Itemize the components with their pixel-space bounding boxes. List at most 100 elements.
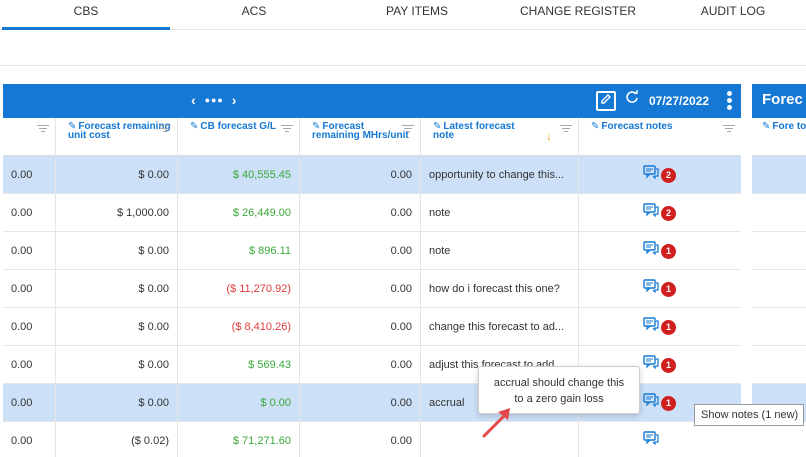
notes-cell[interactable]: 1 bbox=[579, 232, 741, 270]
table-cell[interactable]: $ 0.00 bbox=[56, 384, 178, 422]
table-cell[interactable]: change this forecast to ad... bbox=[421, 308, 579, 346]
table-row[interactable]: 0.00 ($ 0.02) $ 71,271.60 0.00 bbox=[3, 422, 741, 457]
column-header-remaining-unit-cost[interactable]: ✎ Forecast remaining unit cost bbox=[56, 118, 178, 156]
table-cell[interactable]: 0.00 bbox=[3, 346, 56, 384]
tab-pay-items[interactable]: PAY ITEMS bbox=[338, 0, 496, 30]
table-cell[interactable]: $ 0.00 bbox=[56, 232, 178, 270]
table-cell[interactable]: $ 0.00 bbox=[56, 270, 178, 308]
table-row[interactable]: 0.00 $ 0.00 ($ 8,410.26) 0.00 change this fo… bbox=[3, 308, 741, 346]
table-cell[interactable]: ($ 8,410.26) bbox=[178, 308, 300, 346]
table-row[interactable]: 0.00 $ 0.00 $ 40,555.45 0.00 opportunity to … bbox=[3, 156, 741, 194]
forecast-panel-row[interactable] bbox=[752, 194, 806, 232]
chevron-left-icon[interactable]: ‹ bbox=[191, 92, 197, 108]
table-cell[interactable]: $ 71,271.60 bbox=[178, 422, 300, 457]
sort-desc-icon[interactable]: ↓ bbox=[546, 129, 552, 143]
column-header-forecast-notes[interactable]: ✎ Forecast notes bbox=[579, 118, 741, 156]
comment-icon[interactable] bbox=[643, 355, 659, 369]
forecast-panel-row[interactable] bbox=[752, 232, 806, 270]
table-row[interactable]: 0.00 $ 0.00 ($ 11,270.92) 0.00 how do i fore… bbox=[3, 270, 741, 308]
forecast-panel: Forec ✎Fore total cos bbox=[752, 84, 806, 457]
comment-icon[interactable] bbox=[643, 203, 659, 217]
forecast-panel-row[interactable] bbox=[752, 308, 806, 346]
filter-icon[interactable] bbox=[159, 123, 171, 134]
table-cell[interactable]: how do i forecast this one? bbox=[421, 270, 579, 308]
as-of-date[interactable]: 07/27/2022 bbox=[649, 94, 709, 108]
forecast-panel-row[interactable] bbox=[752, 156, 806, 194]
table-cell[interactable]: 0.00 bbox=[3, 422, 56, 457]
table-cell[interactable]: $ 0.00 bbox=[56, 346, 178, 384]
filter-icon[interactable] bbox=[281, 123, 293, 134]
more-vertical-icon[interactable] bbox=[727, 91, 733, 112]
table-cell[interactable]: $ 0.00 bbox=[56, 156, 178, 194]
table-cell[interactable]: 0.00 bbox=[300, 308, 421, 346]
filter-icon[interactable] bbox=[402, 123, 414, 134]
column-header-blank[interactable] bbox=[3, 118, 56, 156]
table-cell[interactable]: $ 26,449.00 bbox=[178, 194, 300, 232]
tab-audit-log[interactable]: AUDIT LOG bbox=[660, 0, 806, 30]
column-title: ✎Fore total cos bbox=[762, 122, 806, 132]
table-cell[interactable]: $ 569.43 bbox=[178, 346, 300, 384]
table-cell[interactable]: 0.00 bbox=[300, 232, 421, 270]
table-cell[interactable]: 0.00 bbox=[3, 270, 56, 308]
table-cell[interactable]: $ 1,000.00 bbox=[56, 194, 178, 232]
filter-icon[interactable] bbox=[37, 123, 49, 134]
forecast-panel-row[interactable] bbox=[752, 422, 806, 457]
table-cell[interactable]: opportunity to change this... bbox=[421, 156, 579, 194]
notes-cell[interactable]: 1 bbox=[579, 270, 741, 308]
notes-cell[interactable] bbox=[579, 422, 741, 457]
column-header-forecast-total-cost[interactable]: ✎Fore total cos bbox=[752, 118, 806, 156]
edit-icon[interactable] bbox=[596, 91, 616, 111]
notes-count-badge: 1 bbox=[661, 244, 676, 259]
table-cell[interactable]: note bbox=[421, 194, 579, 232]
column-title: ✎ CB forecast G/L bbox=[184, 121, 293, 132]
forecast-panel-row[interactable] bbox=[752, 346, 806, 384]
table-row[interactable]: 0.00 $ 1,000.00 $ 26,449.00 0.00 note 2 bbox=[3, 194, 741, 232]
tab-change-register[interactable]: CHANGE REGISTER bbox=[496, 0, 660, 30]
pager-dots-icon[interactable]: ●●● bbox=[205, 95, 224, 105]
chevron-right-icon[interactable]: › bbox=[232, 92, 238, 108]
column-header-cb-forecast-gl[interactable]: ✎ CB forecast G/L bbox=[178, 118, 300, 156]
table-cell[interactable]: 0.00 bbox=[300, 270, 421, 308]
column-title: ✎ Forecast remaining unit cost bbox=[62, 122, 171, 141]
notes-cell[interactable]: 2 bbox=[579, 194, 741, 232]
filter-icon[interactable] bbox=[560, 123, 572, 134]
annotation-arrow bbox=[482, 408, 510, 438]
table-cell[interactable]: 0.00 bbox=[3, 156, 56, 194]
tab-acs[interactable]: ACS bbox=[170, 0, 338, 30]
table-cell[interactable]: $ 0.00 bbox=[178, 384, 300, 422]
notes-cell[interactable]: 2 bbox=[579, 156, 741, 194]
column-header-latest-forecast-note[interactable]: ✎ Latest forecast note ↓ bbox=[421, 118, 579, 156]
comment-icon[interactable] bbox=[643, 241, 659, 255]
comment-icon[interactable] bbox=[643, 393, 659, 407]
table-cell[interactable]: ($ 11,270.92) bbox=[178, 270, 300, 308]
tab-cbs[interactable]: CBS bbox=[2, 0, 170, 30]
pencil-icon: ✎ bbox=[190, 121, 199, 132]
table-cell[interactable]: note bbox=[421, 232, 579, 270]
column-title-text: Latest forecast note bbox=[433, 121, 515, 141]
comment-icon[interactable] bbox=[643, 279, 659, 293]
forecast-panel-row[interactable] bbox=[752, 270, 806, 308]
table-cell[interactable]: 0.00 bbox=[300, 384, 421, 422]
comment-icon[interactable] bbox=[643, 317, 659, 331]
notes-count-badge: 1 bbox=[661, 282, 676, 297]
table-cell[interactable]: $ 0.00 bbox=[56, 308, 178, 346]
table-cell[interactable]: 0.00 bbox=[3, 308, 56, 346]
column-header-row: ✎ Forecast remaining unit cost ✎ CB foreca… bbox=[3, 118, 741, 156]
table-cell[interactable]: 0.00 bbox=[300, 422, 421, 457]
refresh-icon[interactable] bbox=[625, 90, 639, 109]
table-row[interactable]: 0.00 $ 0.00 $ 896.11 0.00 note 1 bbox=[3, 232, 741, 270]
table-cell[interactable]: $ 896.11 bbox=[178, 232, 300, 270]
table-cell[interactable]: 0.00 bbox=[3, 194, 56, 232]
table-cell[interactable]: ($ 0.02) bbox=[56, 422, 178, 457]
filter-icon[interactable] bbox=[723, 123, 735, 134]
table-cell[interactable]: 0.00 bbox=[3, 384, 56, 422]
column-header-remaining-mhrs[interactable]: ✎ Forecast remaining MHrs/unit bbox=[300, 118, 421, 156]
table-cell[interactable]: $ 40,555.45 bbox=[178, 156, 300, 194]
table-cell[interactable]: 0.00 bbox=[300, 346, 421, 384]
comment-icon[interactable] bbox=[643, 431, 659, 445]
comment-icon[interactable] bbox=[643, 165, 659, 179]
table-cell[interactable]: 0.00 bbox=[3, 232, 56, 270]
table-cell[interactable]: 0.00 bbox=[300, 156, 421, 194]
table-cell[interactable]: 0.00 bbox=[300, 194, 421, 232]
notes-cell[interactable]: 1 bbox=[579, 308, 741, 346]
